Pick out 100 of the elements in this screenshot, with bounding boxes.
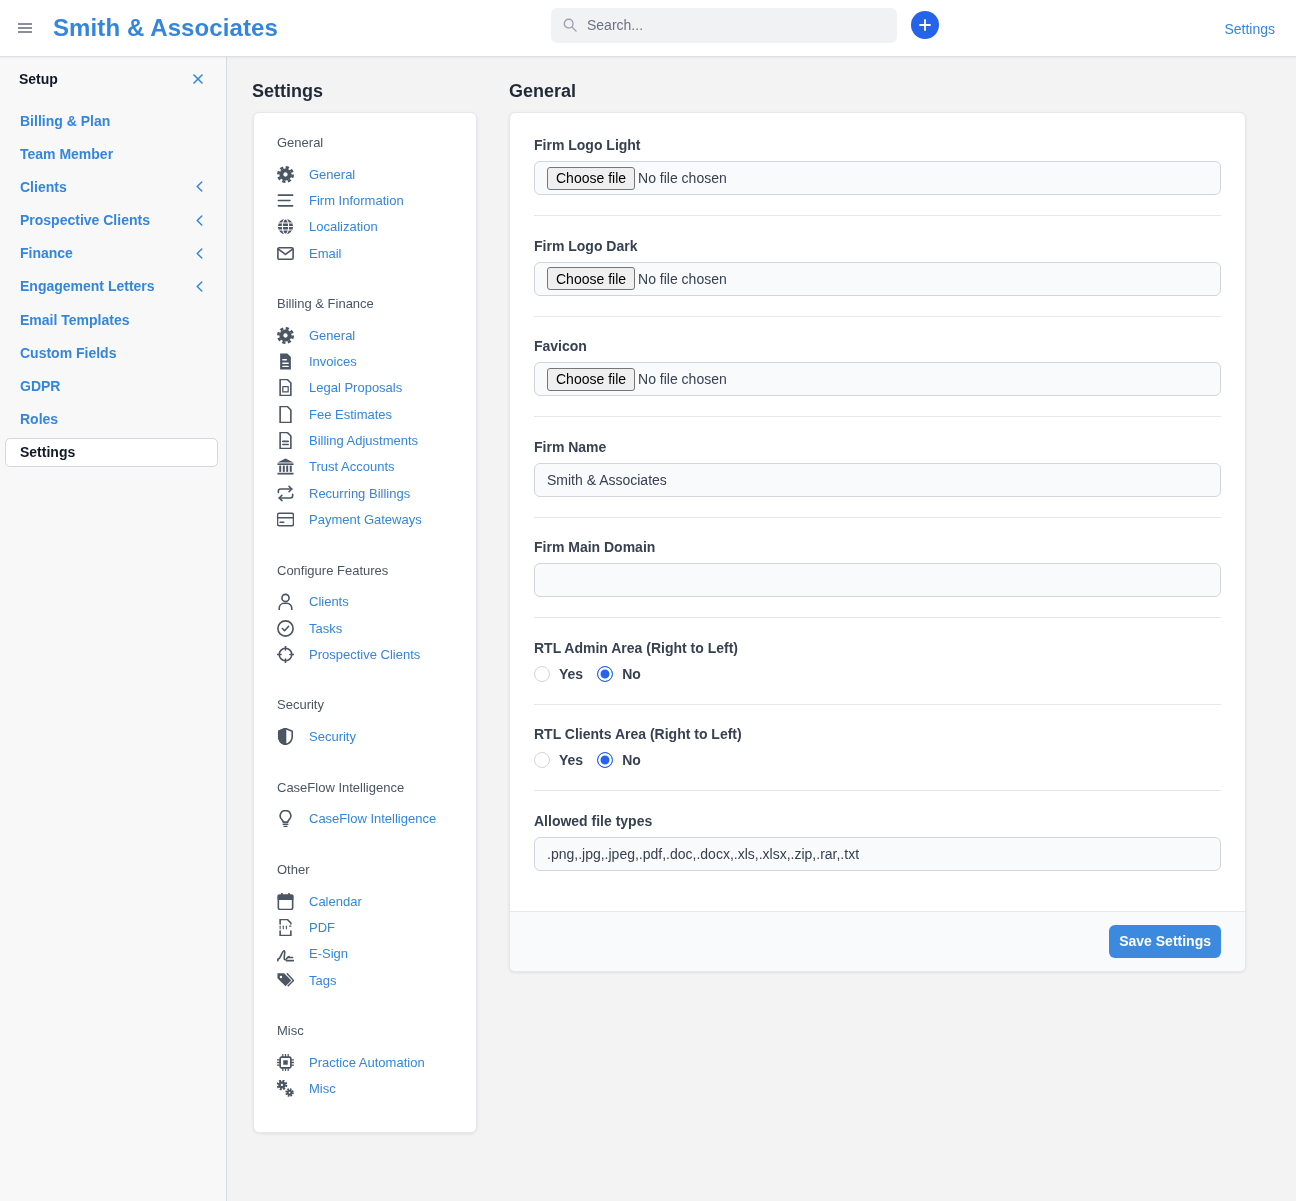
document-lines-icon — [277, 432, 294, 449]
search-field[interactable]: Search... — [551, 7, 897, 43]
text-input-field[interactable]: Smith & Associates — [534, 462, 1221, 497]
settings-nav-link[interactable]: Practice Automation — [277, 1049, 456, 1076]
radio-button[interactable] — [597, 752, 614, 768]
menu-icon[interactable] — [18, 23, 32, 33]
file-status-text: No file chosen — [638, 170, 727, 186]
choose-file-button[interactable]: Choose file — [547, 166, 636, 190]
settings-nav-link[interactable]: Localization — [277, 213, 456, 240]
document-icon — [277, 353, 294, 371]
settings-nav-link[interactable]: Calendar — [277, 888, 456, 915]
radio-label[interactable]: Yes — [559, 752, 584, 768]
sidebar-item[interactable]: Billing & Plan — [5, 106, 218, 135]
sidebar-item[interactable]: GDPR — [5, 371, 218, 401]
calendar-icon — [277, 892, 294, 910]
field-label: Favicon — [534, 337, 588, 356]
settings-nav-link[interactable]: Recurring Billings — [277, 479, 456, 507]
nav-group-heading: Billing & Finance — [277, 295, 375, 314]
field-label: RTL Admin Area (Right to Left) — [534, 638, 740, 658]
settings-nav-link[interactable]: Billing Adjustments — [277, 427, 456, 454]
text-input-field[interactable] — [534, 563, 1221, 597]
field-label: Firm Main Domain — [534, 538, 657, 557]
bank-icon — [277, 458, 294, 476]
close-icon[interactable] — [193, 74, 203, 84]
lines-icon — [277, 191, 294, 209]
credit-card-icon — [277, 510, 294, 528]
settings-nav-link[interactable]: Invoices — [277, 348, 456, 375]
chevron-left-icon — [196, 280, 203, 292]
document-box-icon — [277, 379, 294, 397]
sidebar-item[interactable]: Engagement Letters — [5, 271, 218, 301]
chevron-left-icon — [196, 247, 203, 259]
sidebar-item[interactable]: Settings — [5, 437, 218, 467]
settings-link[interactable]: Settings — [1224, 21, 1275, 37]
gear-icon — [277, 326, 294, 344]
file-input-field[interactable]: Choose file No file chosen — [534, 362, 1221, 396]
sidebar-item[interactable]: Team Member — [5, 139, 218, 169]
chip-icon — [277, 1053, 294, 1071]
gear-icon — [277, 165, 294, 183]
person-icon — [277, 593, 294, 611]
settings-nav-link[interactable]: E-Sign — [277, 940, 456, 967]
radio-button[interactable] — [597, 665, 614, 682]
text-input-field[interactable]: .png,.jpg,.jpeg,.pdf,.doc,.docx,.xls,.xlsx,.zip,.rar,.txt — [534, 836, 1221, 871]
nav-group-heading: Security — [277, 696, 325, 715]
lightbulb-icon — [277, 810, 294, 828]
file-input-field[interactable]: Choose file No file chosen — [534, 161, 1221, 195]
envelope-icon — [277, 244, 294, 262]
settings-nav-link[interactable]: CaseFlow Intelligence — [277, 805, 456, 833]
settings-nav-link[interactable]: Payment Gateways — [277, 506, 456, 533]
field-label: Firm Name — [534, 437, 608, 457]
settings-nav-link[interactable]: Firm Information — [277, 187, 456, 214]
settings-nav-link[interactable]: Tasks — [277, 614, 456, 642]
save-settings-button[interactable]: Save Settings — [1109, 924, 1221, 958]
field-label: Allowed file types — [534, 811, 654, 831]
file-input-field[interactable]: Choose file No file chosen — [534, 261, 1221, 296]
settings-nav-link[interactable]: Security — [277, 723, 456, 750]
settings-nav-link[interactable]: Email — [277, 239, 456, 267]
radio-label[interactable]: Yes — [559, 665, 584, 682]
settings-nav-link[interactable]: General — [277, 161, 456, 188]
field-label: RTL Clients Area (Right to Left) — [534, 725, 743, 744]
settings-nav-link[interactable]: Misc — [277, 1075, 456, 1102]
field-label: Firm Logo Dark — [534, 236, 639, 256]
field-label: Firm Logo Light — [534, 136, 642, 155]
chevron-left-icon — [196, 181, 203, 193]
settings-nav-link[interactable]: General — [277, 322, 456, 349]
gears-icon — [277, 1080, 294, 1098]
settings-nav-link[interactable]: Legal Proposals — [277, 374, 456, 402]
shield-icon — [277, 728, 294, 746]
nav-group-heading: Misc — [277, 1022, 305, 1041]
sidebar-item[interactable]: Finance — [5, 238, 218, 268]
blank-file-icon — [277, 405, 294, 423]
globe-icon — [277, 218, 294, 236]
settings-nav-link[interactable]: Prospective Clients — [277, 641, 456, 668]
settings-nav-link[interactable]: Fee Estimates — [277, 401, 456, 428]
nav-group-heading: Configure Features — [277, 561, 390, 580]
add-button[interactable] — [911, 11, 939, 39]
settings-nav-link[interactable]: PDF — [277, 914, 456, 941]
brand-title: Smith & Associates — [53, 14, 278, 42]
settings-nav-link[interactable]: Trust Accounts — [277, 453, 456, 480]
file-status-text: No file chosen — [638, 371, 727, 387]
choose-file-button[interactable]: Choose file — [547, 367, 636, 391]
sidebar-item[interactable]: Roles — [5, 404, 218, 434]
sidebar-item[interactable]: Email Templates — [5, 305, 218, 335]
settings-nav-link[interactable]: Clients — [277, 588, 456, 615]
chevron-left-icon — [196, 214, 203, 226]
settings-nav-link[interactable]: Tags — [277, 966, 456, 994]
nav-group-heading: Other — [277, 861, 311, 880]
nav-group-heading: General — [277, 134, 325, 152]
file-marks-icon — [277, 919, 294, 936]
radio-label[interactable]: No — [622, 752, 641, 768]
nav-group-heading: CaseFlow Intelligence — [277, 778, 406, 797]
search-icon — [563, 18, 577, 32]
tags-icon — [277, 971, 294, 989]
sidebar-item[interactable]: Custom Fields — [5, 338, 218, 368]
sidebar-item[interactable]: Prospective Clients — [5, 205, 218, 235]
check-circle-icon — [277, 619, 294, 637]
sidebar-item[interactable]: Clients — [5, 172, 218, 202]
choose-file-button[interactable]: Choose file — [547, 267, 636, 290]
radio-label[interactable]: No — [622, 665, 641, 682]
repeat-arrows-icon — [277, 484, 294, 502]
section-title: General — [509, 80, 578, 102]
